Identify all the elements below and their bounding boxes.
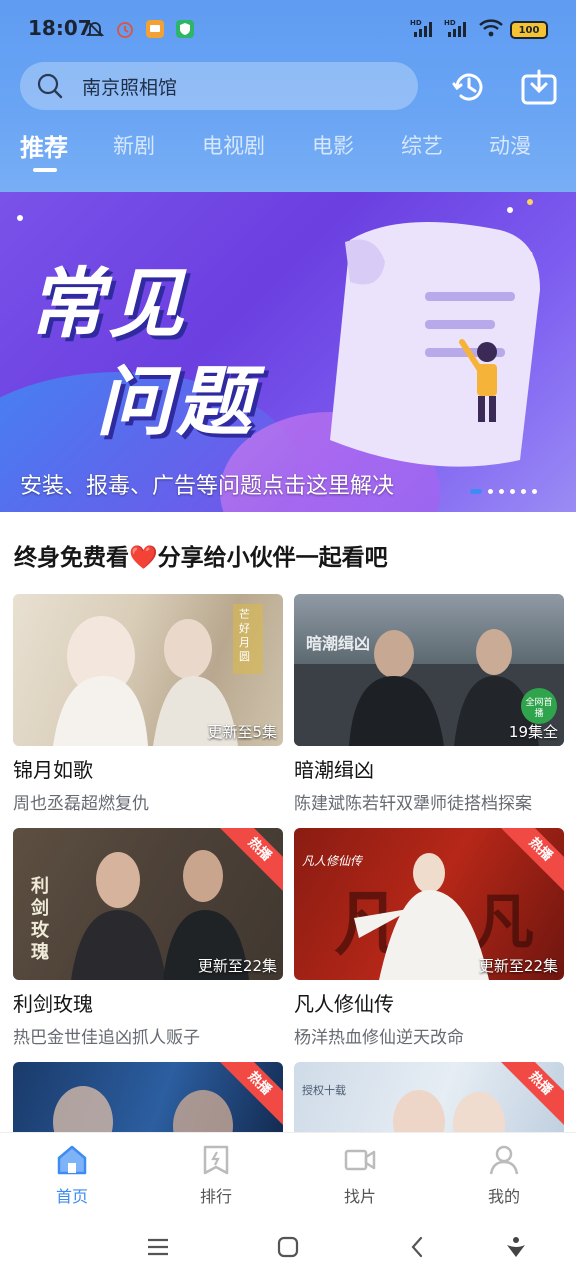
home-system-button[interactable]: [273, 1232, 303, 1262]
carousel-dot: [499, 489, 504, 494]
system-navigation-bar: [0, 1212, 576, 1280]
drama-card[interactable]: 凡 凡 凡人修仙传 热播 更新至22集 凡人修仙传 杨洋热血修仙逆天改命: [294, 828, 564, 1048]
svg-text:HD: HD: [410, 19, 422, 27]
heart-icon: ❤️: [129, 545, 158, 571]
svg-text:凡: 凡: [474, 888, 534, 958]
carousel-dot-active: [470, 489, 482, 494]
poster-title-text: 暗潮缉凶: [306, 634, 371, 653]
drama-subtitle: 热巴金世佳追凶抓人贩子: [13, 1028, 200, 1048]
episode-count: 更新至22集: [197, 957, 277, 975]
alarm-icon: [114, 18, 136, 40]
poster-title-text: 芒好月圆: [239, 608, 250, 663]
banner-caption: 安装、报毒、广告等问题点击这里解决: [20, 474, 395, 499]
carousel-dot: [521, 489, 526, 494]
home-icon: [57, 1145, 87, 1175]
nav-find-video[interactable]: 找片: [320, 1143, 400, 1207]
svg-text:HD: HD: [444, 19, 456, 27]
corner-badge: 全网首播: [525, 698, 553, 719]
profile-icon: [489, 1145, 519, 1175]
banner-illustration: [17, 199, 540, 467]
tab-tv-series[interactable]: 电视剧: [202, 130, 265, 160]
drama-card[interactable]: 利剑玫瑰 热播 更新至22集 利剑玫瑰 热巴金世佳追凶抓人贩子: [13, 828, 283, 1048]
episode-count: 19集全: [508, 723, 558, 741]
poster-title-text: 利剑玫瑰: [31, 876, 49, 963]
assistant-button[interactable]: [501, 1232, 531, 1262]
history-button[interactable]: [444, 62, 494, 112]
history-icon: [452, 73, 483, 101]
episode-count: 更新至5集: [207, 723, 277, 741]
nav-home[interactable]: 首页: [32, 1143, 112, 1207]
search-bar[interactable]: 南京照相馆: [20, 62, 418, 110]
poster-thumbnail[interactable]: 芒好月圆 更新至5集: [13, 594, 283, 746]
carousel-indicator: [470, 489, 537, 494]
mute-bell-icon: [84, 18, 106, 40]
banner-title-line1: 常见: [28, 259, 188, 348]
drama-title: 利剑玫瑰: [13, 992, 93, 1016]
bottom-navigation: 首页 排行 找片 我的: [0, 1132, 576, 1212]
message-app-icon: [144, 18, 166, 40]
drama-subtitle: 陈建斌陈若轩双犟师徒搭档探案: [294, 794, 532, 814]
assistant-icon: [507, 1237, 525, 1257]
download-button[interactable]: [514, 62, 564, 112]
poster-title-text: 授权十载: [302, 1084, 346, 1097]
wifi-icon: [478, 18, 504, 42]
poster-thumbnail[interactable]: 利剑玫瑰 热播 更新至22集: [13, 828, 283, 980]
ranking-icon: [203, 1145, 229, 1175]
search-placeholder: 南京照相馆: [82, 76, 178, 99]
battery-indicator: 100: [510, 21, 548, 39]
square-icon: [277, 1236, 299, 1258]
tab-anime[interactable]: 动漫: [489, 130, 531, 160]
video-search-icon: [344, 1149, 376, 1171]
nav-profile[interactable]: 我的: [464, 1143, 544, 1207]
signal-icon: HD: [410, 18, 438, 42]
tab-movie[interactable]: 电影: [312, 130, 354, 160]
banner-carousel[interactable]: 常见 问题 安装、报毒、广告等问题点击这里解决: [0, 192, 576, 512]
category-tabs: 推荐 新剧 电视剧 电影 综艺 动漫: [0, 130, 576, 180]
app-screen: 18:07 HD HD 100 南京照相馆 推荐 新剧 电视剧 电影 综艺 动漫…: [0, 0, 576, 1280]
poster-thumbnail[interactable]: 凡 凡 凡人修仙传 热播 更新至22集: [294, 828, 564, 980]
poster-title-text: 凡人修仙传: [302, 854, 363, 868]
tab-variety[interactable]: 综艺: [401, 130, 443, 160]
status-bar: 18:07 HD HD 100: [0, 0, 576, 60]
status-time: 18:07: [28, 16, 92, 40]
carousel-dot: [488, 489, 493, 494]
section-title: 终身免费看❤️分享给小伙伴一起看吧: [14, 545, 388, 571]
nav-ranking[interactable]: 排行: [176, 1143, 256, 1207]
back-button[interactable]: [403, 1232, 433, 1262]
security-app-icon: [174, 18, 196, 40]
poster-thumbnail[interactable]: 暗潮缉凶 全网首播 19集全: [294, 594, 564, 746]
header: 18:07 HD HD 100 南京照相馆 推荐 新剧 电视剧 电影 综艺 动漫: [0, 0, 576, 192]
menu-icon: [148, 1238, 168, 1256]
drama-card[interactable]: 暗潮缉凶 全网首播 19集全 暗潮缉凶 陈建斌陈若轩双犟师徒搭档探案: [294, 594, 564, 814]
tab-recommend[interactable]: 推荐: [20, 128, 68, 163]
carousel-dot: [510, 489, 515, 494]
tab-indicator: [33, 168, 57, 172]
search-icon: [37, 73, 63, 99]
drama-title: 暗潮缉凶: [294, 758, 374, 782]
episode-count: 更新至22集: [478, 957, 558, 975]
drama-subtitle: 杨洋热血修仙逆天改命: [294, 1028, 464, 1048]
drama-card[interactable]: 芒好月圆 更新至5集 锦月如歌 周也丞磊超燃复仇: [13, 594, 283, 814]
download-icon: [521, 69, 557, 105]
tab-new-drama[interactable]: 新剧: [113, 130, 155, 160]
drama-title: 凡人修仙传: [294, 992, 394, 1016]
banner-title-line2: 问题: [96, 357, 256, 446]
drama-subtitle: 周也丞磊超燃复仇: [13, 794, 149, 814]
recent-apps-button[interactable]: [143, 1232, 173, 1262]
carousel-dot: [532, 489, 537, 494]
drama-title: 锦月如歌: [13, 758, 93, 782]
chevron-left-icon: [411, 1236, 423, 1258]
signal-icon-2: HD: [444, 18, 472, 42]
